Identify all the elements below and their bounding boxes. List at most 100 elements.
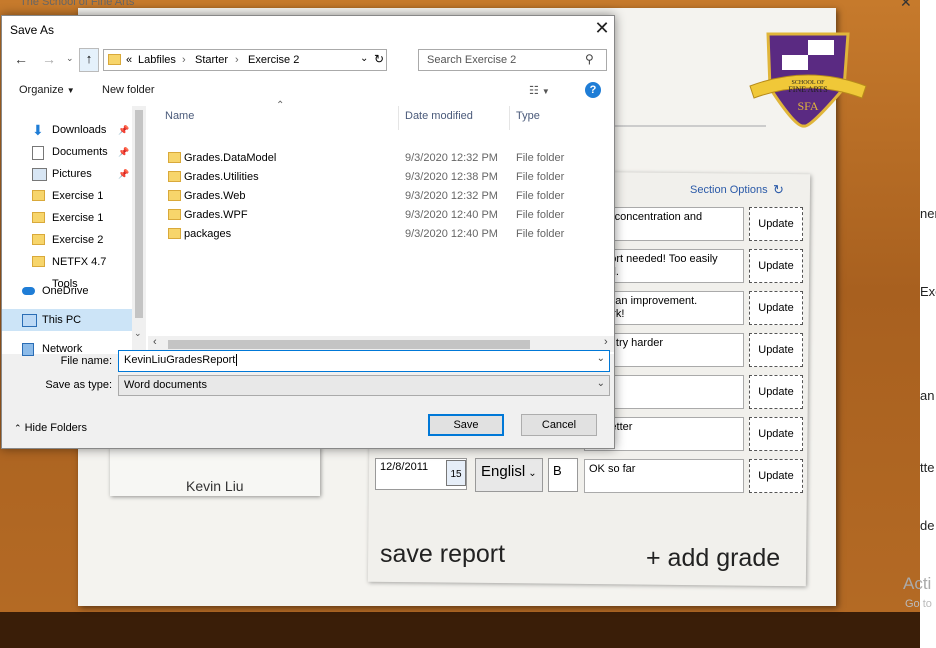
section-options-link[interactable]: Section Options bbox=[690, 184, 768, 196]
update-button[interactable]: Update bbox=[749, 291, 803, 325]
new-folder-button[interactable]: New folder bbox=[102, 84, 155, 96]
help-icon[interactable]: ? bbox=[585, 82, 601, 98]
hide-folders-label: Hide Folders bbox=[24, 422, 87, 434]
column-divider[interactable] bbox=[509, 106, 510, 130]
organize-button[interactable]: Organize ▼ bbox=[19, 84, 75, 96]
adjacent-window-edge: ner Exe an tte de bbox=[920, 0, 936, 648]
breadcrumb-labfiles[interactable]: Labfiles bbox=[138, 54, 176, 66]
file-type: File folder bbox=[516, 228, 565, 240]
navigation-bar: ← → ⌄ ↑ « Labfiles › Starter › Exercise … bbox=[2, 44, 614, 78]
column-divider[interactable] bbox=[398, 106, 399, 130]
edge-text: ner bbox=[920, 206, 936, 221]
navigation-scroll-thumb[interactable] bbox=[135, 110, 143, 318]
folder-icon bbox=[108, 54, 121, 65]
edge-text: Exe bbox=[920, 284, 936, 299]
grade-comment[interactable]: OK so far bbox=[584, 459, 744, 493]
file-row[interactable]: Grades.DataModel 9/3/2020 12:32 PM File fo… bbox=[148, 149, 614, 168]
search-input[interactable]: Search Exercise 2 ⚲ bbox=[418, 49, 607, 71]
chevron-down-icon[interactable]: ⌄ bbox=[597, 353, 605, 364]
up-arrow-icon[interactable]: ↑ bbox=[79, 48, 99, 72]
update-button[interactable]: Update bbox=[749, 249, 803, 283]
back-arrow-icon[interactable]: ← bbox=[14, 51, 28, 67]
nav-item[interactable]: ⬇ Downloads 📌 bbox=[2, 119, 132, 141]
activation-watermark-sub: Go to bbox=[905, 598, 932, 610]
breadcrumb-overflow[interactable]: « bbox=[126, 54, 132, 66]
chevron-up-icon: ⌃ bbox=[14, 423, 22, 433]
breadcrumb-separator-icon: › bbox=[235, 54, 239, 66]
update-button[interactable]: Update bbox=[749, 333, 803, 367]
nav-item[interactable]: Exercise 2 bbox=[2, 229, 132, 251]
file-name: packages bbox=[184, 228, 232, 240]
grade-input[interactable]: B bbox=[548, 458, 578, 492]
app-bottom-edge bbox=[0, 612, 920, 648]
folder-icon bbox=[168, 190, 181, 201]
scroll-right-icon[interactable]: › bbox=[604, 336, 608, 348]
save-report-button[interactable]: save report bbox=[380, 540, 505, 569]
address-bar[interactable]: « Labfiles › Starter › Exercise 2 ⌄ ↻ bbox=[103, 49, 387, 71]
column-header-date[interactable]: Date modified bbox=[405, 110, 473, 122]
nav-item[interactable]: Exercise 1 bbox=[2, 185, 132, 207]
download-icon: ⬇ bbox=[32, 122, 44, 138]
breadcrumb-starter[interactable]: Starter bbox=[195, 54, 228, 66]
scroll-left-icon[interactable]: ‹ bbox=[153, 336, 157, 348]
file-name: Grades.WPF bbox=[184, 209, 248, 221]
nav-item[interactable]: OneDrive bbox=[2, 280, 132, 302]
hide-folders-button[interactable]: ⌃ Hide Folders bbox=[14, 422, 87, 434]
file-type: File folder bbox=[516, 152, 565, 164]
subject-value: Englisl bbox=[481, 463, 526, 480]
horizontal-scroll-thumb[interactable] bbox=[168, 340, 530, 349]
file-row[interactable]: Grades.WPF 9/3/2020 12:40 PM File folder bbox=[148, 206, 614, 225]
nav-item[interactable]: Exercise 1 bbox=[2, 207, 132, 229]
file-type: File folder bbox=[516, 209, 565, 221]
file-name: Grades.Utilities bbox=[184, 171, 259, 183]
crest-line2: FINE ARTS bbox=[788, 85, 827, 94]
save-button[interactable]: Save bbox=[428, 414, 504, 436]
column-header-name[interactable]: Name bbox=[165, 110, 194, 122]
refresh-icon[interactable]: ↻ bbox=[374, 52, 384, 66]
close-icon[interactable]: ✕ bbox=[590, 18, 614, 39]
file-row[interactable]: packages 9/3/2020 12:40 PM File folder bbox=[148, 225, 614, 244]
file-name-input[interactable]: KevinLiuGradesReport ⌄ bbox=[118, 350, 610, 372]
nav-item[interactable]: Pictures 📌 bbox=[2, 163, 132, 185]
address-dropdown-icon[interactable]: ⌄ bbox=[360, 53, 368, 64]
file-name-value: KevinLiuGradesReport bbox=[124, 354, 236, 366]
file-row[interactable]: Grades.Utilities 9/3/2020 12:38 PM File fo… bbox=[148, 168, 614, 187]
column-header-type[interactable]: Type bbox=[516, 110, 540, 122]
activation-watermark: Acti bbox=[903, 574, 932, 593]
calendar-icon[interactable]: 15 bbox=[446, 460, 466, 486]
nav-item[interactable]: Documents 📌 bbox=[2, 141, 132, 163]
nav-item-label: OneDrive bbox=[42, 285, 89, 297]
file-date: 9/3/2020 12:40 PM bbox=[405, 228, 498, 240]
nav-item-label: This PC bbox=[42, 314, 82, 326]
file-type: File folder bbox=[516, 190, 565, 202]
nav-item[interactable]: This PC bbox=[2, 309, 132, 331]
add-grade-button[interactable]: + add grade bbox=[646, 544, 780, 573]
document-icon bbox=[32, 146, 44, 160]
cloud-icon bbox=[22, 287, 35, 295]
app-close-icon[interactable]: ✕ bbox=[900, 0, 912, 11]
nav-item[interactable]: NETFX 4.7 Tools bbox=[2, 251, 132, 290]
folder-icon bbox=[168, 171, 181, 182]
refresh-icon[interactable]: ↻ bbox=[773, 182, 784, 198]
crest-abbr: SFA bbox=[797, 99, 818, 113]
update-button[interactable]: Update bbox=[749, 375, 803, 409]
pin-icon: 📌 bbox=[118, 147, 130, 157]
folder-icon bbox=[32, 212, 45, 223]
dialog-titlebar[interactable]: Save As ✕ bbox=[2, 16, 614, 44]
breadcrumb-exercise2[interactable]: Exercise 2 bbox=[248, 54, 299, 66]
update-button[interactable]: Update bbox=[749, 459, 803, 493]
save-type-select[interactable]: Word documents ⌄ bbox=[118, 375, 610, 396]
update-button[interactable]: Update bbox=[749, 417, 803, 451]
cancel-button[interactable]: Cancel bbox=[521, 414, 597, 436]
chevron-down-icon: ⌄ bbox=[528, 468, 537, 479]
nav-item-label: Exercise 1 bbox=[52, 212, 104, 224]
chevron-down-icon: ▼ bbox=[66, 86, 75, 95]
sort-up-icon: ⌃ bbox=[276, 100, 285, 111]
file-row[interactable]: Grades.Web 9/3/2020 12:32 PM File folder bbox=[148, 187, 614, 206]
update-button[interactable]: Update bbox=[749, 207, 803, 241]
recent-locations-chevron-icon[interactable]: ⌄ bbox=[66, 53, 74, 64]
view-options-icon[interactable]: ☷ ▼ bbox=[529, 84, 550, 97]
forward-arrow-icon[interactable]: → bbox=[42, 51, 56, 67]
subject-select[interactable]: Englisl ⌄ bbox=[475, 458, 543, 492]
scroll-down-icon[interactable]: ⌄ bbox=[134, 328, 142, 339]
